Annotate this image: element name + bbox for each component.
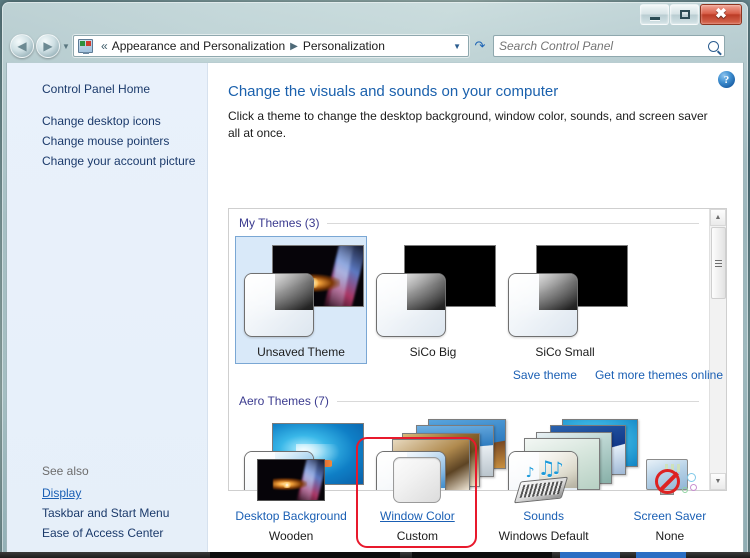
sidebar-item-display[interactable]: Display (7, 483, 207, 503)
theme-window-preview (244, 273, 314, 337)
theme-label: SiCo Small (535, 345, 595, 359)
personalization-settings-row: Desktop Background Wooden Window Color C… (228, 449, 733, 549)
setting-label[interactable]: Window Color (354, 509, 480, 523)
theme-label: SiCo Big (409, 345, 457, 359)
control-panel-icon (78, 39, 93, 54)
breadcrumb-item-appearance[interactable]: Appearance and Personalization (110, 39, 287, 53)
title-bar: ✖ (2, 2, 748, 30)
screen-saver-icon (607, 455, 733, 505)
refresh-button[interactable]: ↷ (469, 35, 491, 57)
sidebar-item-taskbar-and-start-menu[interactable]: Taskbar and Start Menu (7, 503, 207, 523)
setting-value: Custom (396, 529, 439, 543)
back-arrow-icon: ◀ (17, 39, 27, 53)
group-divider (327, 222, 699, 224)
theme-item-sico-small[interactable]: SiCo Small (499, 236, 631, 364)
setting-value: Windows Default (498, 529, 589, 543)
sidebar-item-control-panel-home[interactable]: Control Panel Home (7, 79, 207, 99)
chevron-down-icon: ▼ (62, 41, 70, 51)
window-color-icon (354, 455, 480, 505)
theme-window-preview (376, 273, 446, 337)
sidebar-top-links: Control Panel Home Change desktop icons … (7, 63, 207, 171)
grip-icon (715, 259, 722, 267)
theme-item-sico-big[interactable]: SiCo Big (367, 236, 499, 364)
setting-sounds[interactable]: ♪ ♫ ♪ Sounds Windows Default (481, 449, 607, 549)
group-title: Aero Themes (7) (239, 394, 329, 408)
save-theme-link[interactable]: Save theme (513, 368, 577, 382)
search-icon (708, 40, 719, 52)
forward-arrow-icon: ▶ (43, 39, 53, 53)
setting-window-color[interactable]: Window Color Custom (354, 449, 480, 549)
forward-button[interactable]: ▶ (36, 34, 60, 58)
scrollbar-thumb[interactable] (711, 227, 726, 299)
chevron-up-icon: ▲ (714, 214, 722, 221)
window-body: Control Panel Home Change desktop icons … (6, 62, 744, 556)
sidebar: Control Panel Home Change desktop icons … (7, 63, 208, 555)
breadcrumb-dropdown-icon[interactable]: ▼ (453, 42, 466, 51)
sidebar-item-change-desktop-icons[interactable]: Change desktop icons (7, 111, 207, 131)
group-title: My Themes (3) (239, 216, 320, 230)
theme-label: Unsaved Theme (257, 345, 345, 359)
desktop-background: ✖ ◀ ▶ ▼ « Appearance and Personalization… (0, 0, 750, 558)
minimize-icon (649, 16, 660, 20)
search-input[interactable] (499, 39, 708, 53)
minimize-button[interactable] (640, 4, 669, 25)
sounds-icon: ♪ ♫ ♪ (481, 455, 607, 505)
theme-thumbnail (372, 243, 496, 343)
close-icon: ✖ (715, 6, 727, 22)
setting-label[interactable]: Sounds (481, 509, 607, 523)
sidebar-item-ease-of-access-center[interactable]: Ease of Access Center (7, 523, 207, 543)
personalization-window: ✖ ◀ ▶ ▼ « Appearance and Personalization… (2, 2, 748, 558)
theme-actions: Save theme Get more themes online (513, 368, 723, 382)
refresh-icon: ↷ (474, 38, 486, 53)
breadcrumb-item-personalization[interactable]: Personalization (301, 39, 387, 53)
theme-window-preview (508, 273, 578, 337)
setting-value: None (655, 529, 685, 543)
themes-scrollbar[interactable]: ▲ ▼ (709, 209, 726, 490)
setting-desktop-background[interactable]: Desktop Background Wooden (228, 449, 354, 549)
breadcrumb-chevron-icon[interactable]: ▶ (287, 41, 301, 52)
scroll-up-button[interactable]: ▲ (710, 209, 726, 226)
theme-thumbnail (504, 243, 628, 343)
breadcrumb-overflow[interactable]: « (97, 39, 110, 53)
setting-label[interactable]: Screen Saver (607, 509, 733, 523)
page-subtitle: Click a theme to change the desktop back… (228, 109, 708, 141)
sidebar-item-change-mouse-pointers[interactable]: Change mouse pointers (7, 131, 207, 151)
sidebar-item-change-account-picture[interactable]: Change your account picture (7, 151, 207, 171)
themes-list: My Themes (3) Unsaved Theme SiCo Big SiC… (229, 209, 709, 490)
search-box[interactable] (493, 35, 725, 57)
back-button[interactable]: ◀ (10, 34, 34, 58)
close-button[interactable]: ✖ (700, 4, 742, 25)
taskbar (0, 552, 750, 558)
desktop-background-icon (228, 455, 354, 505)
see-also-title: See also (42, 464, 89, 478)
recent-pages-button[interactable]: ▼ (60, 42, 72, 51)
setting-label[interactable]: Desktop Background (228, 509, 354, 523)
maximize-icon (679, 10, 690, 19)
setting-value: Wooden (268, 529, 314, 543)
setting-screen-saver[interactable]: Screen Saver None (607, 449, 733, 549)
breadcrumb[interactable]: « Appearance and Personalization ▶ Perso… (73, 35, 469, 57)
window-controls: ✖ (639, 4, 742, 25)
theme-thumbnail (240, 243, 364, 343)
see-also-section: See also Display Taskbar and Start Menu … (7, 462, 207, 543)
theme-item-unsaved-theme[interactable]: Unsaved Theme (235, 236, 367, 364)
theme-row-my-themes: Unsaved Theme SiCo Big SiCo Small (229, 230, 709, 364)
page-title: Change the visuals and sounds on your co… (228, 83, 559, 100)
group-divider (336, 400, 699, 402)
address-bar-row: ◀ ▶ ▼ « Appearance and Personalization ▶… (2, 32, 748, 60)
maximize-button[interactable] (670, 4, 699, 25)
main-content: ? Change the visuals and sounds on your … (208, 63, 743, 555)
help-icon[interactable]: ? (718, 71, 735, 88)
get-more-themes-online-link[interactable]: Get more themes online (595, 368, 723, 382)
group-header-my-themes: My Themes (3) (229, 209, 709, 230)
